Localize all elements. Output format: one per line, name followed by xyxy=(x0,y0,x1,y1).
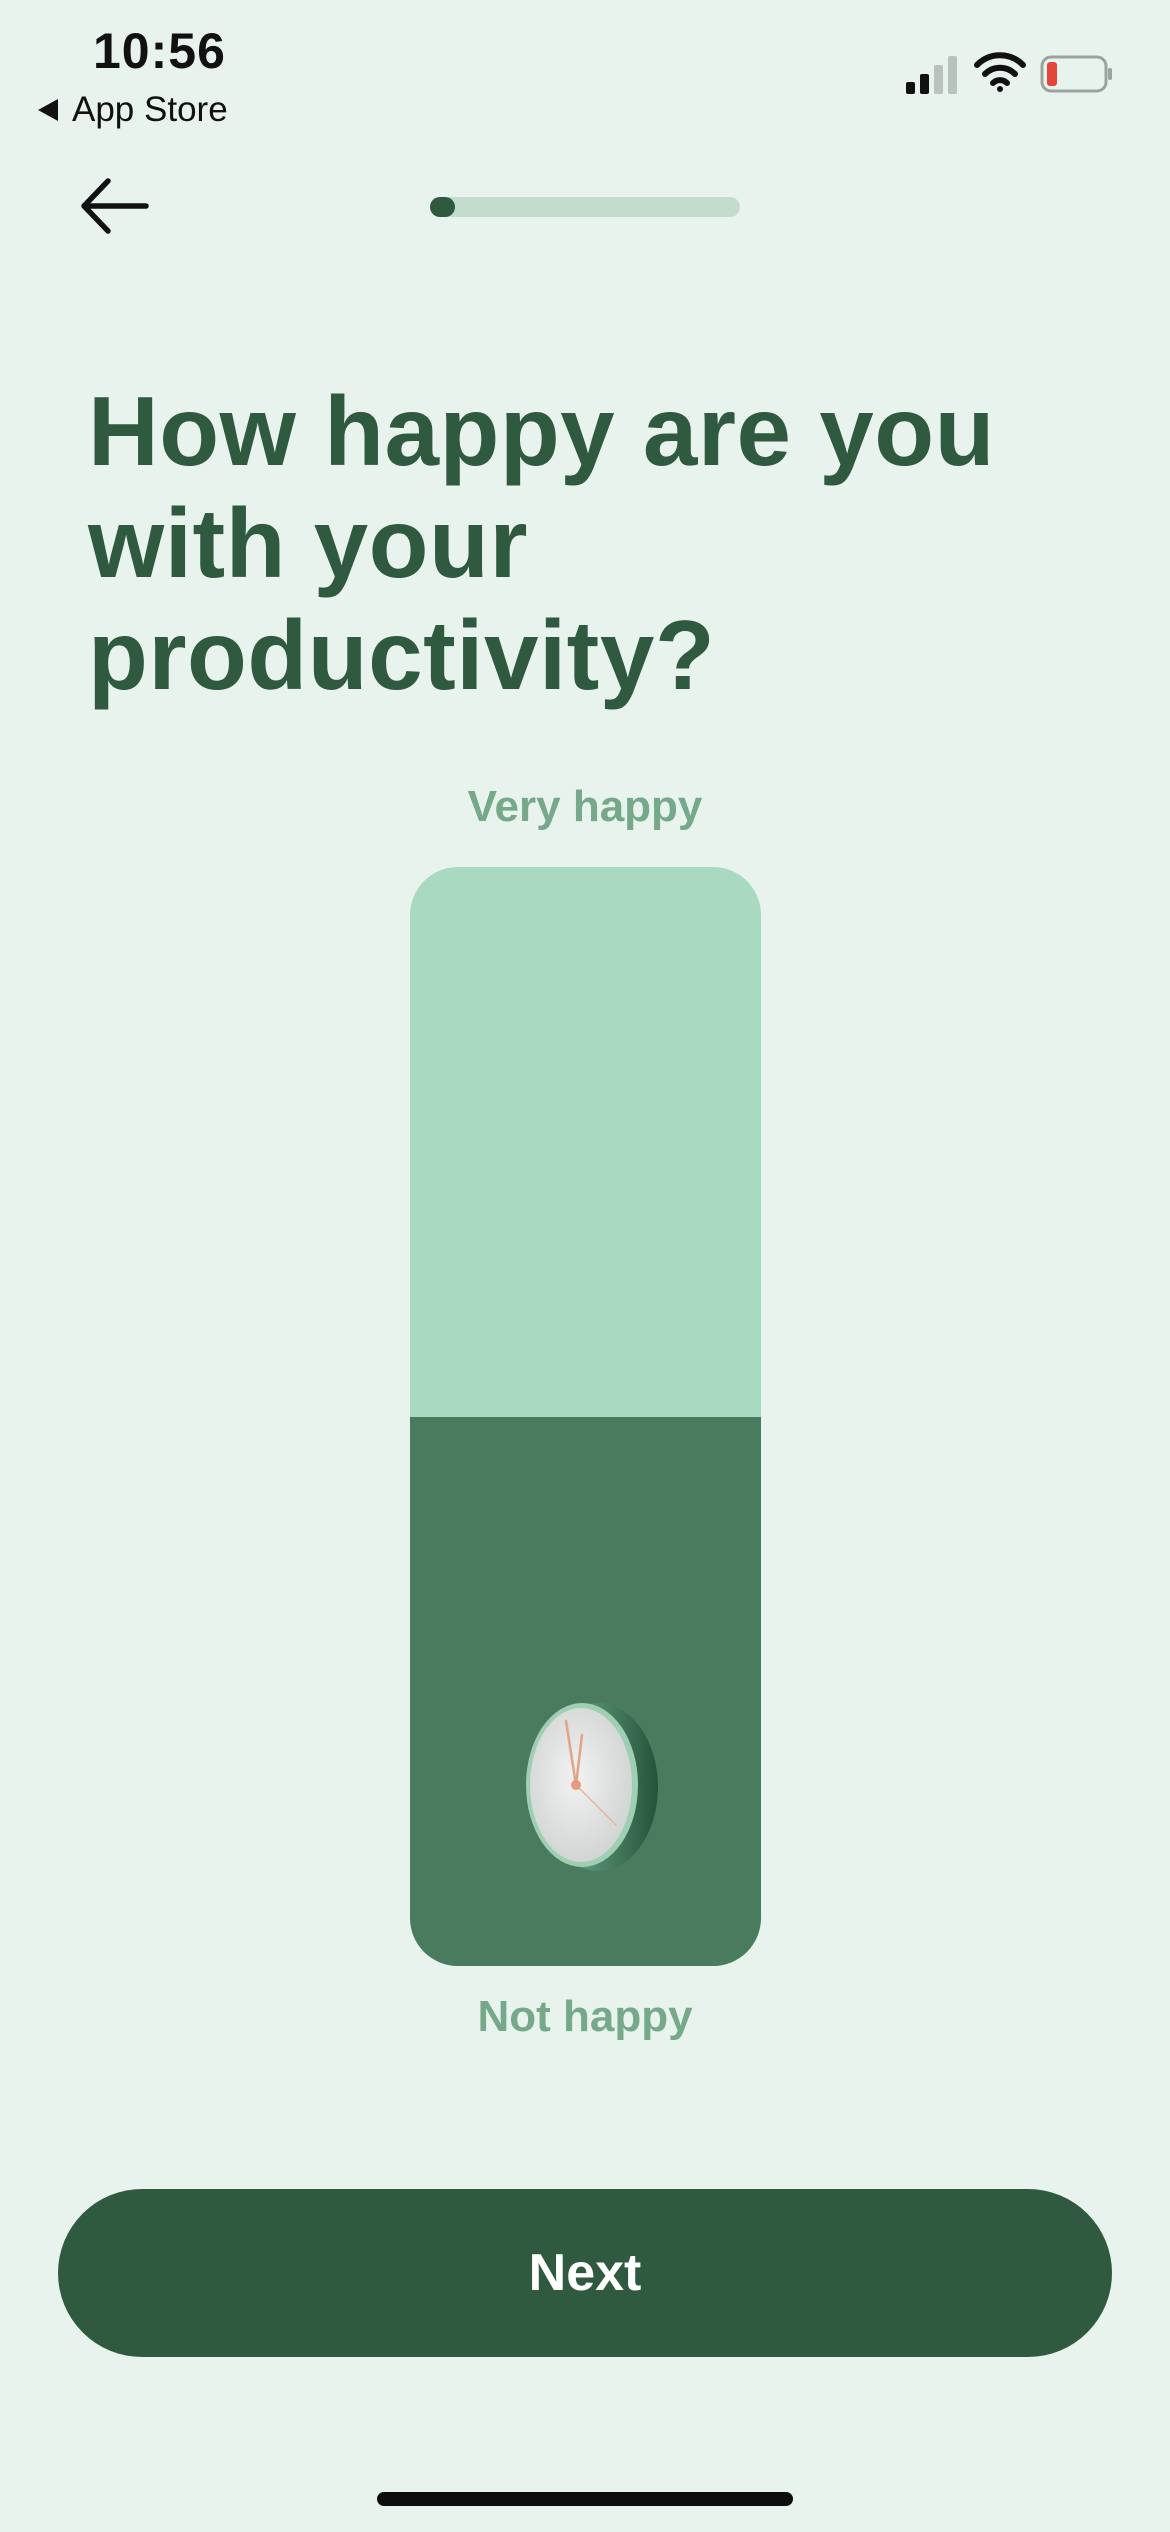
status-time: 10:56 xyxy=(93,23,226,79)
progress-bar-fill xyxy=(430,197,455,217)
progress-bar xyxy=(430,197,740,217)
question-title: How happy are you with your productivity… xyxy=(88,376,996,710)
next-button[interactable]: Next xyxy=(58,2189,1112,2357)
cellular-signal-icon xyxy=(906,56,957,94)
home-indicator xyxy=(377,2492,793,2506)
scale-top-label: Very happy xyxy=(467,782,703,831)
back-arrow-icon[interactable] xyxy=(78,176,150,236)
scale-bottom-label: Not happy xyxy=(477,1992,693,2041)
slider-fill xyxy=(410,1416,761,1966)
battery-low-icon xyxy=(1040,55,1112,93)
clock-icon[interactable] xyxy=(514,1697,664,1877)
wifi-icon xyxy=(974,52,1026,92)
back-triangle-icon xyxy=(38,99,58,121)
happiness-slider[interactable] xyxy=(410,867,761,1966)
back-app-label: App Store xyxy=(72,90,228,129)
back-to-app-store[interactable]: App Store xyxy=(38,90,228,130)
